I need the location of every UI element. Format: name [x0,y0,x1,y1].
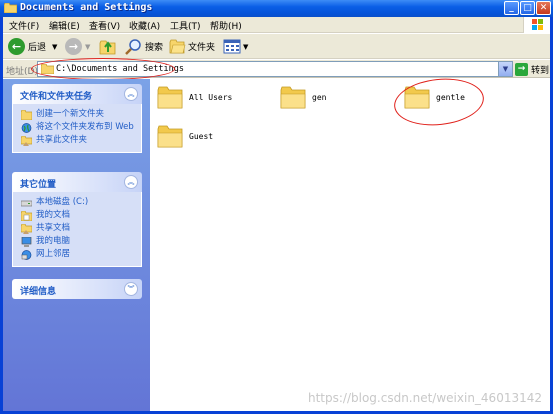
menu-help[interactable]: 帮助(H) [210,19,242,32]
place-network[interactable]: 网上邻居 [21,249,141,260]
task-label: 将这个文件夹发布到 Web [36,122,134,132]
shared-documents-icon [21,224,32,234]
folder-icon [157,86,183,109]
forward-dropdown-icon: ▼ [85,42,91,51]
place-label: 共享文档 [36,223,71,233]
go-button[interactable]: → 转到 [515,61,549,77]
folder-label: gen [312,92,327,102]
folder-icon [4,3,17,13]
address-dropdown-button[interactable]: ▼ [498,62,512,76]
file-tasks-header[interactable]: 文件和文件夹任务 ︽ [12,84,142,104]
my-documents-icon [21,211,32,221]
folder-item[interactable]: All Users [157,85,232,109]
folders-button[interactable]: 文件夹 [169,37,215,56]
forward-arrow-icon: → [65,38,82,55]
toolbar: ← 后退 ▼ → ▼ 搜索 文件夹 ▼ [3,34,550,59]
menu-bar: 文件(F) 编辑(E) 查看(V) 收藏(A) 工具(T) 帮助(H) [3,17,550,33]
watermark-text: https://blog.csdn.net/weixin_46013142 [307,391,542,405]
search-label: 搜索 [145,43,164,53]
folders-label: 文件夹 [188,43,216,53]
up-button[interactable] [99,37,117,56]
back-arrow-icon: ← [8,38,25,55]
go-label: 转到 [531,65,550,76]
place-label: 本地磁盘 (C:) [36,197,89,207]
place-label: 网上邻居 [36,249,71,259]
address-annotation-circle [31,58,175,80]
folder-view: All Users gen gentle Guest https://blog. [150,74,550,411]
views-dropdown-icon: ▼ [243,42,249,51]
hard-disk-icon [21,200,32,207]
place-local-disk[interactable]: 本地磁盘 (C:) [21,197,141,208]
minimize-button[interactable]: _ [504,1,519,15]
my-computer-icon [21,237,32,247]
share-folder-icon [21,136,32,146]
expand-chevron-icon[interactable]: ︾ [124,282,138,296]
task-label: 共享此文件夹 [36,135,88,145]
menu-edit[interactable]: 编辑(E) [49,19,80,32]
close-button[interactable]: ✕ [536,1,551,15]
folder-icon [157,125,183,148]
collapse-chevron-icon[interactable]: ︽ [124,175,138,189]
other-places-title: 其它位置 [20,180,57,190]
new-folder-icon [21,110,32,120]
task-publish-web[interactable]: 将这个文件夹发布到 Web [21,122,141,133]
details-header[interactable]: 详细信息 ︾ [12,279,142,299]
go-arrow-icon: → [515,62,528,76]
globe-icon [21,123,32,133]
menu-favorites[interactable]: 收藏(A) [129,19,160,32]
windows-logo-icon [523,17,550,33]
place-label: 我的文档 [36,210,71,220]
place-my-computer[interactable]: 我的电脑 [21,236,141,247]
views-icon [223,39,241,54]
task-new-folder[interactable]: 创建一个新文件夹 [21,109,141,120]
menu-view[interactable]: 查看(V) [89,19,120,32]
back-label: 后退 [28,43,47,53]
place-label: 我的电脑 [36,236,71,246]
menu-file[interactable]: 文件(F) [9,19,39,32]
place-my-documents[interactable]: 我的文档 [21,210,141,221]
other-places-panel: 其它位置 ︽ 本地磁盘 (C:) 我的文档 共享文档 我的电脑 网上邻居 [12,172,142,267]
folder-item[interactable]: gen [280,85,326,109]
search-icon [125,38,141,55]
search-button[interactable]: 搜索 [125,37,163,56]
task-label: 创建一个新文件夹 [36,109,105,119]
details-title: 详细信息 [20,287,57,297]
folder-icon [280,86,306,109]
collapse-chevron-icon[interactable]: ︽ [124,87,138,101]
task-pane: 文件和文件夹任务 ︽ 创建一个新文件夹 将这个文件夹发布到 Web 共享此文件夹 [3,79,150,411]
place-shared-documents[interactable]: 共享文档 [21,223,141,234]
network-places-icon [21,250,32,260]
maximize-button[interactable]: □ [520,1,535,15]
forward-button[interactable]: → ▼ [65,37,90,56]
menu-tools[interactable]: 工具(T) [170,19,201,32]
details-panel: 详细信息 ︾ [12,279,142,299]
folders-icon [169,39,186,54]
folder-annotation-circle [391,74,487,130]
back-dropdown-icon: ▼ [52,42,58,51]
other-places-header[interactable]: 其它位置 ︽ [12,172,142,192]
file-tasks-panel: 文件和文件夹任务 ︽ 创建一个新文件夹 将这个文件夹发布到 Web 共享此文件夹 [12,84,142,153]
title-bar[interactable]: Documents and Settings _ □ ✕ [0,0,553,17]
task-share-folder[interactable]: 共享此文件夹 [21,135,141,146]
back-button[interactable]: ← 后退 ▼ [8,37,57,56]
folder-item[interactable]: Guest [157,124,213,148]
folder-label: Guest [189,131,214,141]
folder-label: All Users [189,92,233,102]
views-button[interactable]: ▼ [223,37,248,56]
file-tasks-title: 文件和文件夹任务 [20,92,93,102]
folder-up-icon [99,40,116,54]
window-title: Documents and Settings [20,2,153,13]
explorer-window: Documents and Settings _ □ ✕ 文件(F) 编辑(E)… [0,0,553,414]
